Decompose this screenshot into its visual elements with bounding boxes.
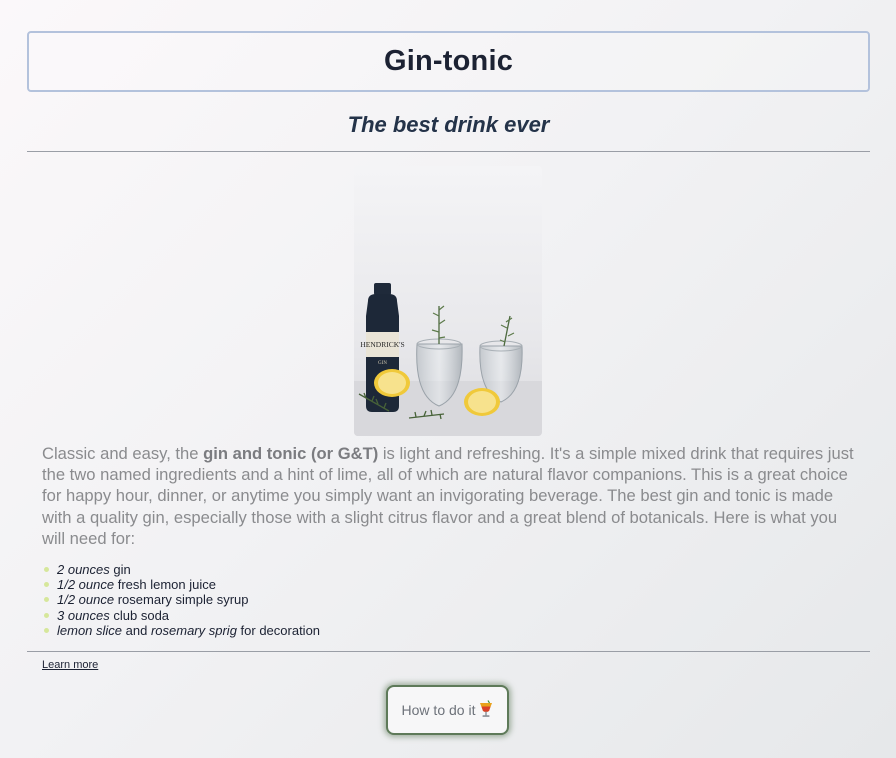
garnish-purpose: for decoration bbox=[236, 622, 321, 638]
page-title: Gin-tonic bbox=[383, 45, 514, 77]
garnish-and: and bbox=[122, 622, 151, 638]
bullet-icon bbox=[44, 567, 49, 572]
bottle-sublabel-text: GIN bbox=[378, 361, 387, 366]
bullet-icon bbox=[44, 597, 49, 603]
bottle-label-text: HENDRICK'S bbox=[360, 340, 404, 349]
ingredient-name: club soda bbox=[109, 607, 170, 623]
list-item: 1/2 ounce fresh lemon juice bbox=[42, 577, 320, 592]
gin-tonic-photo: HENDRICK'S GIN bbox=[354, 166, 542, 436]
how-to-do-it-label: How to do it bbox=[401, 702, 476, 718]
intro-text-start: Classic and easy, the bbox=[42, 444, 204, 463]
ingredient-name: gin bbox=[109, 562, 131, 577]
intro-highlight: gin and tonic (or G&T) bbox=[203, 444, 379, 463]
tropical-drink-icon bbox=[479, 699, 493, 721]
list-item: 3 ounces club soda bbox=[42, 608, 320, 623]
list-item: 1/2 ounce rosemary simple syrup bbox=[42, 592, 320, 607]
intro-paragraph: Classic and easy, the gin and tonic (or … bbox=[42, 443, 862, 549]
list-item: 2 ounces gin bbox=[42, 562, 320, 577]
divider-bottom bbox=[27, 651, 870, 652]
ingredient-amount: 3 ounces bbox=[57, 607, 110, 623]
divider-top bbox=[27, 151, 870, 152]
how-to-do-it-button[interactable]: How to do it bbox=[386, 685, 509, 735]
ingredient-name: fresh lemon juice bbox=[114, 577, 216, 593]
title-box: Gin-tonic bbox=[27, 31, 870, 92]
ingredient-amount: 1/2 ounce bbox=[57, 592, 115, 608]
ingredient-amount: 2 ounces bbox=[57, 562, 110, 577]
list-item: lemon slice and rosemary sprig for decor… bbox=[42, 623, 320, 638]
garnish-lemon: lemon slice bbox=[57, 622, 123, 638]
ingredients-list: 2 ounces gin 1/2 ounce fresh lemon juice… bbox=[42, 562, 320, 638]
ingredient-name: rosemary simple syrup bbox=[114, 592, 249, 608]
bullet-icon bbox=[44, 627, 49, 633]
learn-more-link[interactable]: Learn more bbox=[42, 659, 98, 671]
page-subtitle: The best drink ever bbox=[347, 112, 550, 137]
bullet-icon bbox=[44, 612, 49, 618]
ingredient-amount: 1/2 ounce bbox=[57, 577, 115, 593]
bullet-icon bbox=[44, 582, 49, 588]
garnish-rosemary: rosemary sprig bbox=[150, 622, 237, 638]
